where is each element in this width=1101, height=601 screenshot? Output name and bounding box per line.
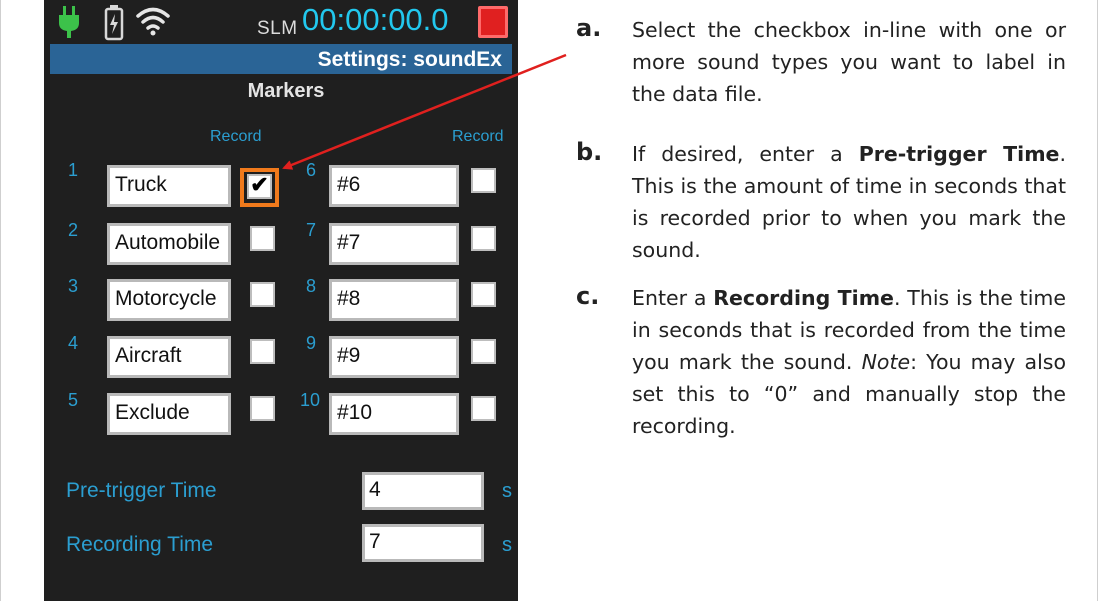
note-label: Note [861, 350, 911, 374]
instruction-text: If desired, enter a Pre-trigger Time. Th… [632, 142, 1066, 262]
instruction-letter: a. [576, 14, 602, 42]
instruction-text: Select the checkbox in-line with one or … [632, 18, 1066, 106]
instruction-letter: c. [576, 282, 600, 310]
pretrigger-term: Pre-trigger Time [858, 142, 1060, 166]
instruction-letter: b. [576, 138, 603, 166]
recording-term: Recording Time [713, 286, 894, 310]
instruction-text: Enter a Recording Time. This is the time… [632, 286, 1066, 438]
